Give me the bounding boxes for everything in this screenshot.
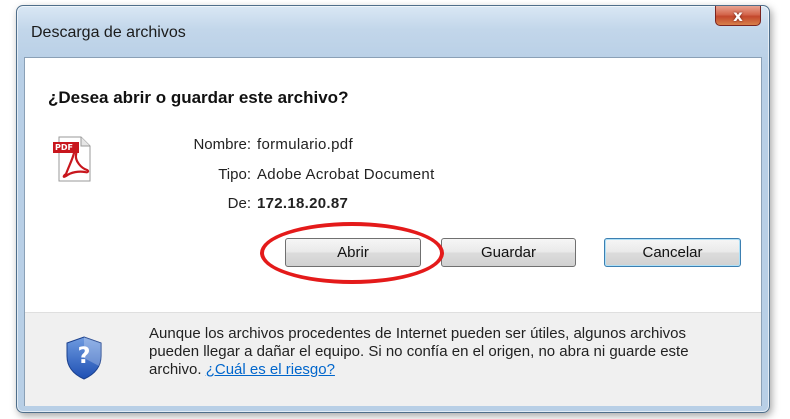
security-warning-footer: ? Aunque los archivos procedentes de Int… — [25, 312, 761, 406]
file-type-label: Tipo: — [218, 166, 251, 183]
close-icon: x — [733, 6, 743, 25]
dialog-question: ¿Desea abrir o guardar este archivo? — [48, 88, 349, 107]
file-type-value: Adobe Acrobat Document — [257, 166, 435, 183]
dialog-body: ¿Desea abrir o guardar este archivo? PDF… — [24, 57, 762, 406]
save-button[interactable]: Guardar — [441, 238, 576, 267]
annotation-highlight-ring — [260, 222, 444, 284]
risk-link[interactable]: ¿Cuál es el riesgo? — [206, 361, 335, 378]
file-source-value: 172.18.20.87 — [257, 195, 349, 212]
file-source-label: De: — [227, 195, 251, 212]
close-button[interactable]: x — [715, 6, 761, 26]
file-name-value: formulario.pdf — [257, 136, 353, 153]
shield-question-icon: ? — [65, 336, 103, 380]
download-dialog-window: Descarga de archivos x ¿Desea abrir o gu… — [16, 5, 770, 413]
window-title: Descarga de archivos — [31, 24, 186, 41]
file-name-label: Nombre: — [193, 136, 251, 153]
cancel-button[interactable]: Cancelar — [604, 238, 741, 267]
shield-question-glyph: ? — [77, 344, 91, 369]
security-warning-text: Aunque los archivos procedentes de Inter… — [149, 325, 739, 379]
